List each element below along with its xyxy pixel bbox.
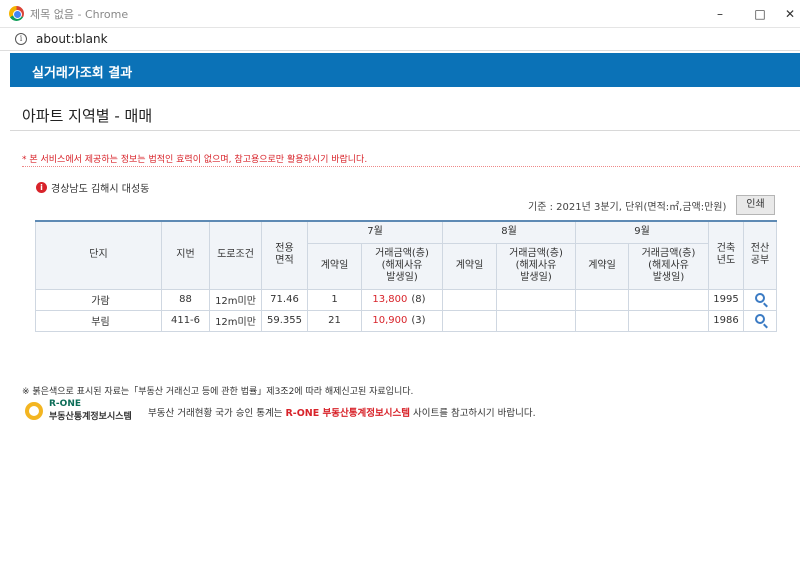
register-view-button[interactable] (743, 288, 777, 311)
empty-cell (442, 288, 497, 311)
rone-text-after: 사이트를 참고하시기 바랍니다. (409, 408, 536, 419)
header-area: 전용 면적 (261, 220, 308, 290)
header-amount-8: 거래금액(층) (해제사유 발생일) (496, 242, 576, 290)
divider (10, 130, 800, 131)
cancellation-footnote: ※ 붉은색으로 표시된 자료는「부동산 거래신고 등에 관한 법률」제3조2에 … (22, 387, 414, 397)
floor-value: (8) (411, 294, 426, 305)
window-titlebar: 제목 없음 - Chrome – □ ✕ (0, 0, 800, 28)
header-road: 도로조건 (209, 220, 262, 290)
empty-cell (575, 309, 629, 332)
address-bar[interactable]: i about:blank (0, 28, 800, 51)
url-text[interactable]: about:blank (36, 32, 108, 46)
complex-name: 부림 (35, 309, 162, 332)
header-build-year: 건축 년도 (708, 220, 744, 290)
page-subtitle: 아파트 지역별 - 매매 (22, 107, 153, 125)
header-month7: 7월 (307, 220, 443, 244)
notice-divider (22, 166, 800, 167)
header-bar: 실거래가조회 결과 (10, 53, 800, 87)
header-complex: 단지 (35, 220, 162, 290)
header-contract-day-7: 계약일 (307, 242, 362, 290)
location-alert-icon: i (36, 182, 47, 193)
build-year: 1995 (708, 288, 744, 311)
chrome-logo-icon (9, 6, 24, 21)
basis-note: 기준 : 2021년 3분기, 단위(면적:㎡,금액:만원) (528, 202, 727, 213)
header-amount-7: 거래금액(층) (해제사유 발생일) (361, 242, 443, 290)
header-contract-day-8: 계약일 (442, 242, 497, 290)
empty-cell (496, 309, 576, 332)
minimize-button[interactable]: – (700, 0, 740, 28)
transaction-table: 단지 지번 도로조건 전용 면적 7월 8월 9월 건축 년도 전산 공부 계약… (35, 220, 777, 332)
maximize-button[interactable]: □ (740, 0, 780, 28)
header-month9: 9월 (575, 220, 709, 244)
magnifier-icon[interactable] (755, 314, 765, 324)
header-amount-9: 거래금액(층) (해제사유 발생일) (628, 242, 709, 290)
header-contract-day-9: 계약일 (575, 242, 629, 290)
road-condition: 12m미만 (209, 309, 262, 332)
amount-cell: 10,900 (3) (361, 309, 443, 332)
lot-number: 88 (161, 288, 210, 311)
rone-logo[interactable]: R-ONE 부동산통계정보시스템 (25, 399, 145, 423)
magnifier-icon[interactable] (755, 293, 765, 303)
rone-link[interactable]: R-ONE 부동산통계정보시스템 (285, 408, 409, 419)
road-condition: 12m미만 (209, 288, 262, 311)
amount-value: 13,800 (372, 294, 408, 305)
empty-cell (628, 288, 709, 311)
print-button[interactable]: 인쇄 (736, 195, 775, 215)
header-lot: 지번 (161, 220, 210, 290)
contract-day: 21 (307, 309, 362, 332)
header-month8: 8월 (442, 220, 576, 244)
rone-logo-title: R-ONE (49, 399, 81, 409)
empty-cell (628, 309, 709, 332)
table-row: 부림 411-6 12m미만 59.355 21 10,900 (3) 1986 (35, 309, 777, 332)
location-label: 경상남도 김해시 대성동 (51, 184, 150, 195)
empty-cell (442, 309, 497, 332)
disclaimer-notice: * 본 서비스에서 제공하는 정보는 법적인 효력이 없으며, 참고용으로만 활… (22, 155, 368, 165)
register-view-button[interactable] (743, 309, 777, 332)
empty-cell (575, 288, 629, 311)
floor-value: (3) (411, 315, 426, 326)
close-button[interactable]: ✕ (780, 0, 800, 28)
empty-cell (496, 288, 576, 311)
contract-day: 1 (307, 288, 362, 311)
rone-reference-text: 부동산 거래현황 국가 승인 통계는 R-ONE 부동산통계정보시스템 사이트를… (148, 405, 536, 419)
rone-text-before: 부동산 거래현황 국가 승인 통계는 (148, 408, 286, 419)
complex-name: 가람 (35, 288, 162, 311)
amount-value: 10,900 (372, 315, 408, 326)
info-icon[interactable]: i (15, 33, 27, 45)
table-row: 가람 88 12m미만 71.46 1 13,800 (8) 1995 (35, 288, 777, 311)
page-content: 실거래가조회 결과 아파트 지역별 - 매매 * 본 서비스에서 제공하는 정보… (0, 51, 800, 568)
header-title: 실거래가조회 결과 (32, 66, 133, 81)
lot-number: 411-6 (161, 309, 210, 332)
window-title: 제목 없음 - Chrome (30, 8, 129, 21)
rone-circle-icon (25, 402, 43, 420)
amount-cell: 13,800 (8) (361, 288, 443, 311)
area-value: 71.46 (261, 288, 308, 311)
rone-logo-subtitle: 부동산통계정보시스템 (49, 412, 132, 422)
header-register: 전산 공부 (743, 220, 777, 290)
build-year: 1986 (708, 309, 744, 332)
area-value: 59.355 (261, 309, 308, 332)
